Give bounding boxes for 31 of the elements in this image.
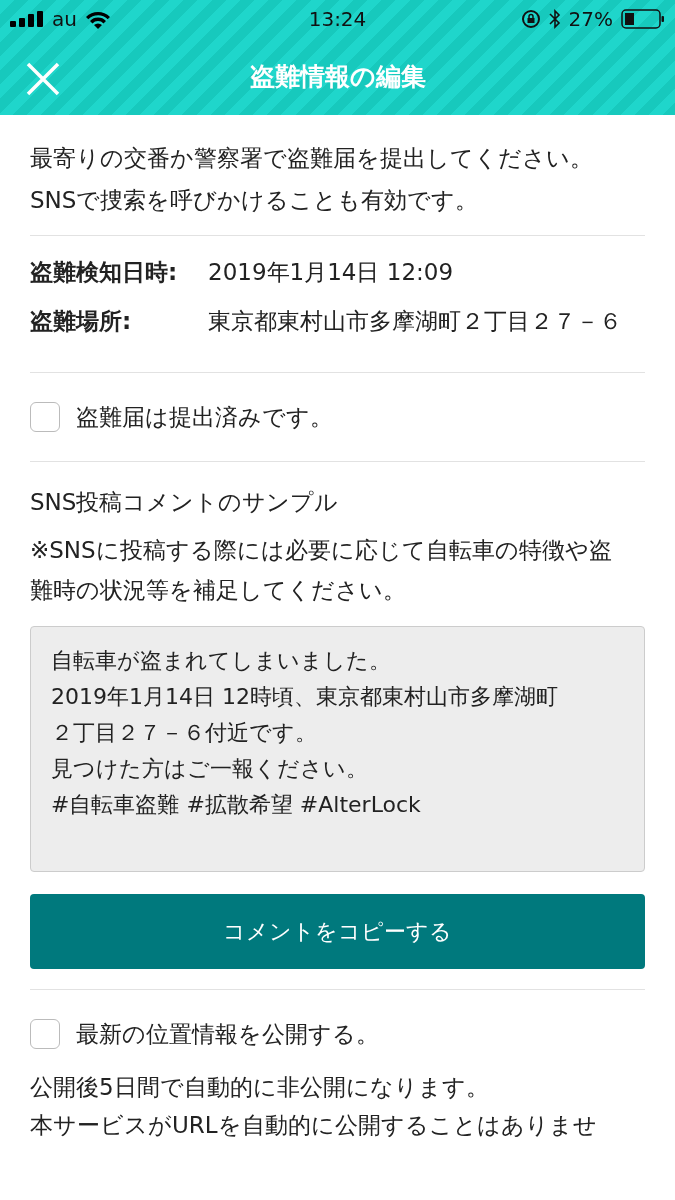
- comment-line: 見つけた方はご一報ください。: [51, 755, 368, 783]
- checkbox[interactable]: [30, 402, 60, 432]
- comment-field[interactable]: 自転車が盗まれてしまいました。 2019年1月14日 12時頃、東京都東村山市多摩湖町 ２丁目２７－６付近です。 見つけた方はご一報ください。 #自転車盗難 #拡散希望 #AlterLock: [30, 626, 645, 872]
- comment-line: ２丁目２７－６付近です。: [51, 719, 317, 747]
- detail-label: 盗難検知日時:: [30, 258, 179, 287]
- comment-line: 自転車が盗まれてしまいました。: [51, 647, 391, 675]
- signal-icon: [10, 11, 44, 27]
- screen-title: 盗難情報の編集: [249, 61, 426, 93]
- battery-percent: 27%: [568, 7, 613, 31]
- info-text: 本サービスがURLを自動的に公開することはありませ: [30, 1111, 598, 1140]
- clock-time: 13:24: [308, 7, 367, 31]
- detail-value: 2019年1月14日 12:09: [208, 258, 455, 287]
- checkbox[interactable]: [30, 1019, 60, 1049]
- copy-button[interactable]: コメントをコピーする: [30, 894, 645, 969]
- battery-icon: [621, 9, 665, 29]
- checkbox-label: 盗難届は提出済みです。: [76, 402, 333, 432]
- note-text: ※SNSに投稿する際には必要に応じて自転車の特徴や盗難時の状況等を補足してください。: [30, 536, 613, 605]
- instruction-text: SNSで捜索を呼びかけることも有効です。: [30, 186, 480, 215]
- info-text: 公開後5日間で自動的に非公開になります。: [30, 1073, 490, 1102]
- bluetooth-icon: [548, 9, 561, 29]
- comment-line: 2019年1月14日 12時頃、東京都東村山市多摩湖町: [51, 683, 558, 711]
- detail-label: 盗難場所:: [30, 307, 133, 336]
- wifi-icon: [84, 9, 111, 29]
- comment-line: #自転車盗難 #拡散希望 #AlterLock: [51, 791, 421, 819]
- close-icon: [26, 62, 60, 96]
- instruction-text: 最寄りの交番か警察署で盗難届を提出してください。: [30, 144, 594, 173]
- carrier-name: au: [52, 7, 77, 31]
- detail-value: 東京都東村山市多摩湖町２丁目２７－６: [208, 307, 623, 336]
- rotation-lock-icon: [520, 9, 541, 29]
- section-heading: SNS投稿コメントのサンプル: [30, 488, 340, 517]
- checkbox-label: 最新の位置情報を公開する。: [76, 1019, 379, 1049]
